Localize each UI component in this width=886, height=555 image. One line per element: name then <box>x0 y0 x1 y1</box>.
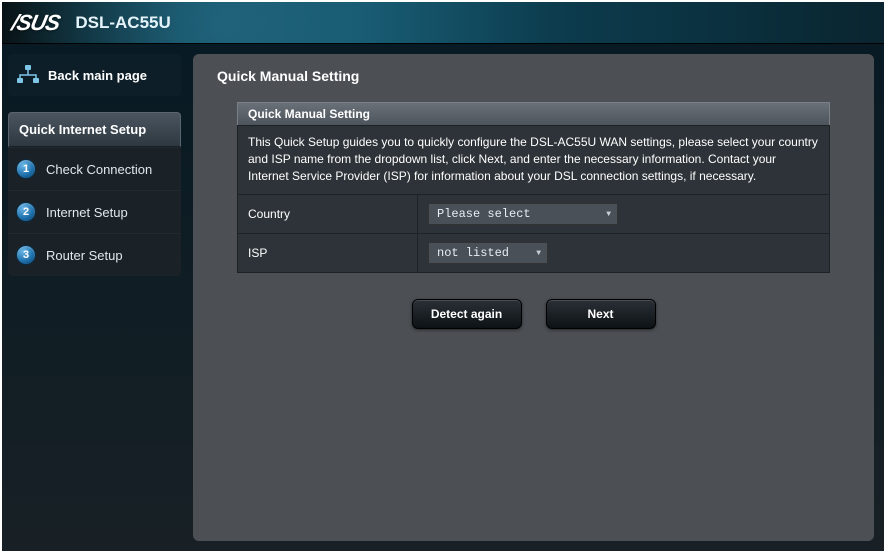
detect-again-button[interactable]: Detect again <box>412 299 522 329</box>
step-router-setup[interactable]: 3 Router Setup <box>8 233 181 276</box>
isp-value: not listed <box>437 246 509 260</box>
isp-select[interactable]: not listed ▼ <box>428 242 548 264</box>
step-label: Check Connection <box>46 162 152 177</box>
isp-row: ISP not listed ▼ <box>238 234 830 273</box>
setup-title: Quick Internet Setup <box>8 112 181 147</box>
country-row: Country Please select ▼ <box>238 195 830 234</box>
header: /SUS DSL-AC55U <box>2 2 884 44</box>
model-name: DSL-AC55U <box>75 13 170 33</box>
step-number-icon: 1 <box>16 159 36 179</box>
page-title: Quick Manual Setting <box>217 68 860 84</box>
app-window: /SUS DSL-AC55U Back main page Quick Inte… <box>2 2 884 551</box>
main-content: Quick Manual Setting Quick Manual Settin… <box>187 44 884 551</box>
country-select[interactable]: Please select ▼ <box>428 203 618 225</box>
country-value: Please select <box>437 207 531 221</box>
step-check-connection[interactable]: 1 Check Connection <box>8 147 181 190</box>
country-label: Country <box>238 195 418 234</box>
chevron-down-icon: ▼ <box>536 249 541 258</box>
steps-list: 1 Check Connection 2 Internet Setup 3 Ro… <box>8 147 181 276</box>
step-number-icon: 2 <box>16 202 36 222</box>
next-button[interactable]: Next <box>546 299 656 329</box>
step-label: Internet Setup <box>46 205 128 220</box>
sidebar: Back main page Quick Internet Setup 1 Ch… <box>2 44 187 551</box>
step-label: Router Setup <box>46 248 123 263</box>
isp-label: ISP <box>238 234 418 273</box>
action-buttons: Detect again Next <box>237 299 830 329</box>
chevron-down-icon: ▼ <box>606 210 611 219</box>
step-internet-setup[interactable]: 2 Internet Setup <box>8 190 181 233</box>
inner-panel-title: Quick Manual Setting <box>237 102 830 125</box>
sitemap-icon <box>16 65 40 85</box>
brand-logo: /SUS <box>9 10 62 36</box>
body: Back main page Quick Internet Setup 1 Ch… <box>2 44 884 551</box>
step-number-icon: 3 <box>16 245 36 265</box>
form-table: Country Please select ▼ ISP <box>237 194 830 273</box>
back-main-page-button[interactable]: Back main page <box>8 54 181 96</box>
inner-panel: Quick Manual Setting This Quick Setup gu… <box>237 102 830 329</box>
description-text: This Quick Setup guides you to quickly c… <box>237 125 830 194</box>
settings-panel: Quick Manual Setting Quick Manual Settin… <box>193 54 874 541</box>
back-label: Back main page <box>48 68 147 83</box>
